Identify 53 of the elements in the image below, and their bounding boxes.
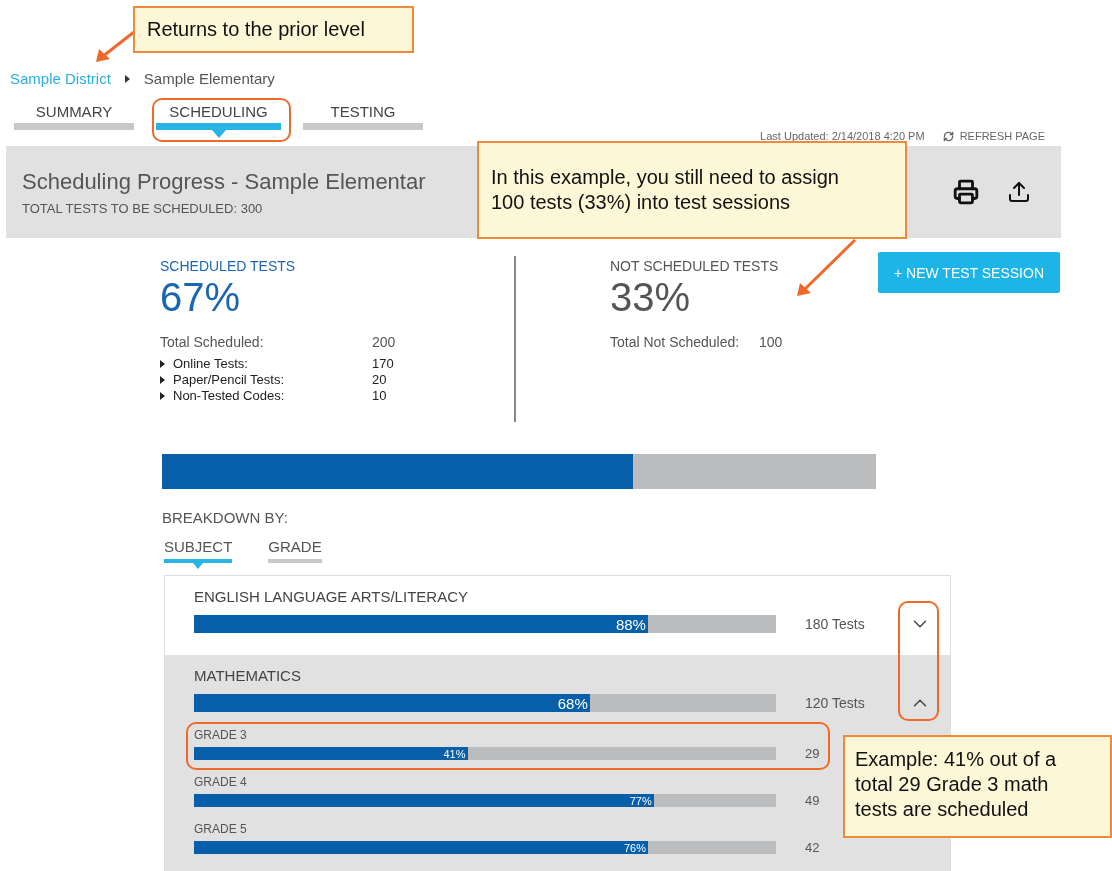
refresh-button[interactable]: REFRESH PAGE [942, 130, 1045, 142]
percent-label: 68% [557, 694, 589, 712]
expand-caret-icon[interactable] [160, 375, 165, 384]
total-value: 100 [759, 334, 783, 350]
tab-pointer-icon [193, 563, 204, 569]
test-count: 180 Tests [805, 616, 866, 632]
stat-label: SCHEDULED TESTS [160, 258, 297, 274]
subject-name: MATHEMATICS [194, 667, 301, 684]
grade-name: GRADE 4 [194, 775, 247, 789]
refresh-icon [942, 130, 954, 142]
separator-icon [124, 74, 130, 83]
percent-label: 76% [623, 841, 647, 854]
tab-underline [164, 559, 233, 563]
callout-note: Example: 41% out of a total 29 Grade 3 math tests are scheduled [843, 735, 1112, 838]
stat-percent: 33% [610, 274, 692, 320]
item-value: 170 [372, 356, 394, 371]
stat-percent: 67% [160, 274, 242, 320]
tab[interactable]: GRADE [268, 538, 322, 569]
upload-icon[interactable] [1007, 180, 1031, 204]
tab[interactable]: SUBJECT [164, 538, 233, 569]
total-label: Total Not Scheduled: [610, 334, 741, 350]
subject-name: ENGLISH LANGUAGE ARTS/LITERACY [194, 588, 468, 605]
callout-note: In this example, you still need to assign 100 tests (33%) into test sessions [477, 141, 907, 239]
percent-label: 41% [443, 747, 467, 760]
item-value: 20 [372, 372, 387, 387]
tab-underline [268, 559, 322, 563]
item-label: Online Tests: [173, 356, 249, 371]
printer-icon[interactable] [953, 179, 979, 205]
item-label: Non-Tested Codes: [173, 388, 286, 403]
grade-name: GRADE 5 [194, 822, 247, 836]
page-title: Scheduling Progress - Sample Elementar [22, 168, 426, 195]
stat-label: NOT SCHEDULED TESTS [610, 258, 780, 274]
test-count: 120 Tests [805, 695, 866, 711]
grade-name: GRADE 3 [194, 728, 247, 742]
breakdown-label: BREAKDOWN BY: [162, 509, 288, 526]
last-updated: Last Updated: 2/14/2018 4:20 PM [760, 130, 925, 142]
page-subtitle: TOTAL TESTS TO BE SCHEDULED: 300 [22, 200, 263, 216]
item-value: 10 [372, 388, 387, 403]
total-label: Total Scheduled: [160, 334, 265, 350]
tab-pointer-icon [211, 130, 226, 138]
callout-note: Returns to the prior level [133, 6, 414, 53]
tab[interactable]: SUMMARY [14, 103, 134, 138]
breadcrumb-current: Sample Elementary [143, 70, 275, 87]
test-count: 42 [805, 840, 821, 855]
test-count: 49 [805, 793, 821, 808]
expand-caret-icon[interactable] [160, 359, 165, 368]
total-value: 200 [372, 334, 396, 350]
percent-label: 88% [615, 615, 647, 633]
tab[interactable]: TESTING [303, 103, 423, 138]
tab[interactable]: SCHEDULING [156, 103, 281, 138]
expand-caret-icon[interactable] [160, 391, 165, 400]
item-label: Paper/Pencil Tests: [173, 372, 286, 387]
percent-label: 77% [629, 794, 653, 807]
